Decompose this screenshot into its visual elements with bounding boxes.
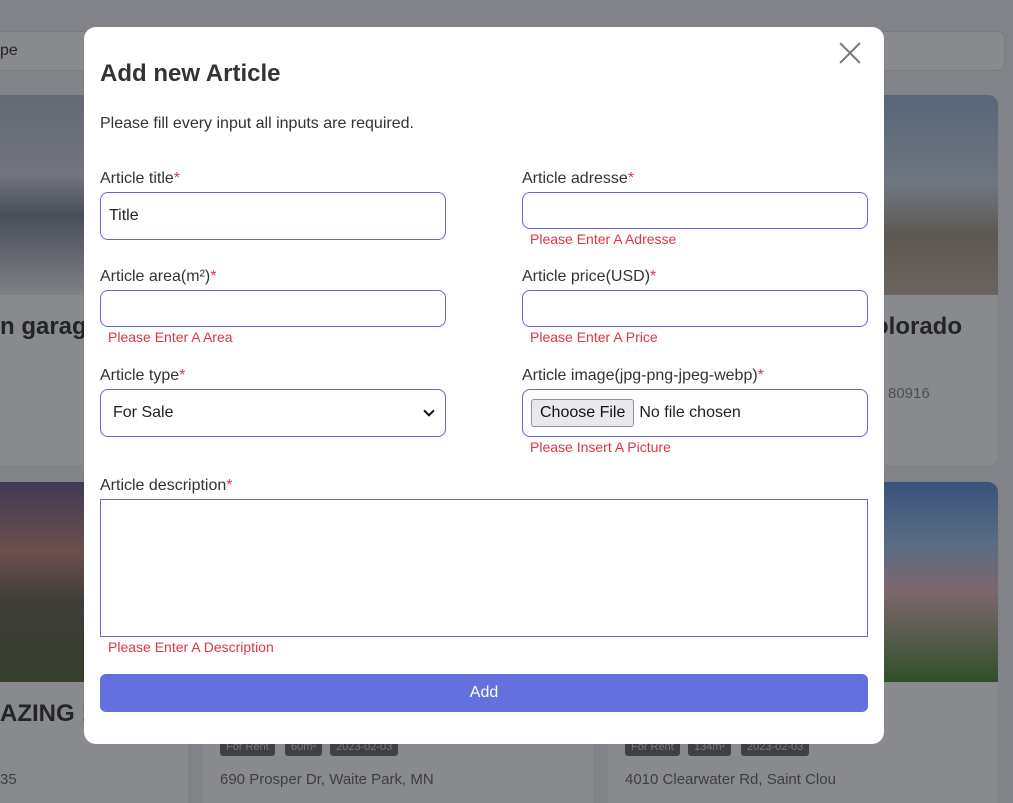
address-error: Please Enter A Adresse xyxy=(530,231,677,247)
required-mark: * xyxy=(650,268,657,285)
required-mark: * xyxy=(173,170,181,187)
address-label-text: Article adresse xyxy=(522,170,628,187)
description-label: Article description* xyxy=(100,477,233,495)
address-input[interactable] xyxy=(522,192,868,229)
choose-file-button[interactable]: Choose File xyxy=(531,399,635,427)
image-label: Article image(jpg-png-jpeg-webp)* xyxy=(522,367,764,385)
area-label: Article area(m²)* xyxy=(100,268,216,286)
address-label: Article adresse* xyxy=(522,170,634,188)
title-label-text: Article title xyxy=(100,170,174,187)
type-label-text: Article type xyxy=(100,367,180,384)
add-button[interactable]: Add xyxy=(100,674,868,712)
type-select-value: For Sale xyxy=(113,404,174,421)
required-mark: * xyxy=(179,367,186,384)
image-label-text: Article image(jpg-png-jpeg-webp) xyxy=(522,367,758,384)
add-article-modal: Add new Article Please fill every input … xyxy=(84,27,884,744)
file-status: No file chosen xyxy=(639,404,741,421)
required-mark: * xyxy=(226,477,233,494)
area-input[interactable] xyxy=(100,290,446,327)
price-label-text: Article price(USD) xyxy=(522,268,651,285)
image-file-input[interactable]: Choose File No file chosen xyxy=(522,389,868,437)
type-label: Article type* xyxy=(100,367,185,385)
required-mark: * xyxy=(757,367,764,384)
price-error: Please Enter A Price xyxy=(530,329,658,345)
chevron-down-icon xyxy=(423,405,435,417)
modal-title: Add new Article xyxy=(100,60,281,87)
area-error: Please Enter A Area xyxy=(108,329,233,345)
required-mark: * xyxy=(210,268,217,285)
type-select[interactable]: For Sale xyxy=(100,389,446,437)
area-label-text: Article area(m²) xyxy=(100,268,211,285)
required-mark: * xyxy=(627,170,635,187)
price-input[interactable] xyxy=(522,290,868,327)
description-textarea[interactable] xyxy=(100,499,868,637)
description-error: Please Enter A Description xyxy=(108,639,274,655)
image-error: Please Insert A Picture xyxy=(530,439,671,455)
close-icon[interactable] xyxy=(838,41,862,65)
price-label: Article price(USD)* xyxy=(522,268,656,286)
modal-note: Please fill every input all inputs are r… xyxy=(100,115,414,132)
description-label-text: Article description xyxy=(100,477,227,494)
title-input[interactable] xyxy=(100,192,446,240)
title-label: Article title* xyxy=(100,170,180,188)
